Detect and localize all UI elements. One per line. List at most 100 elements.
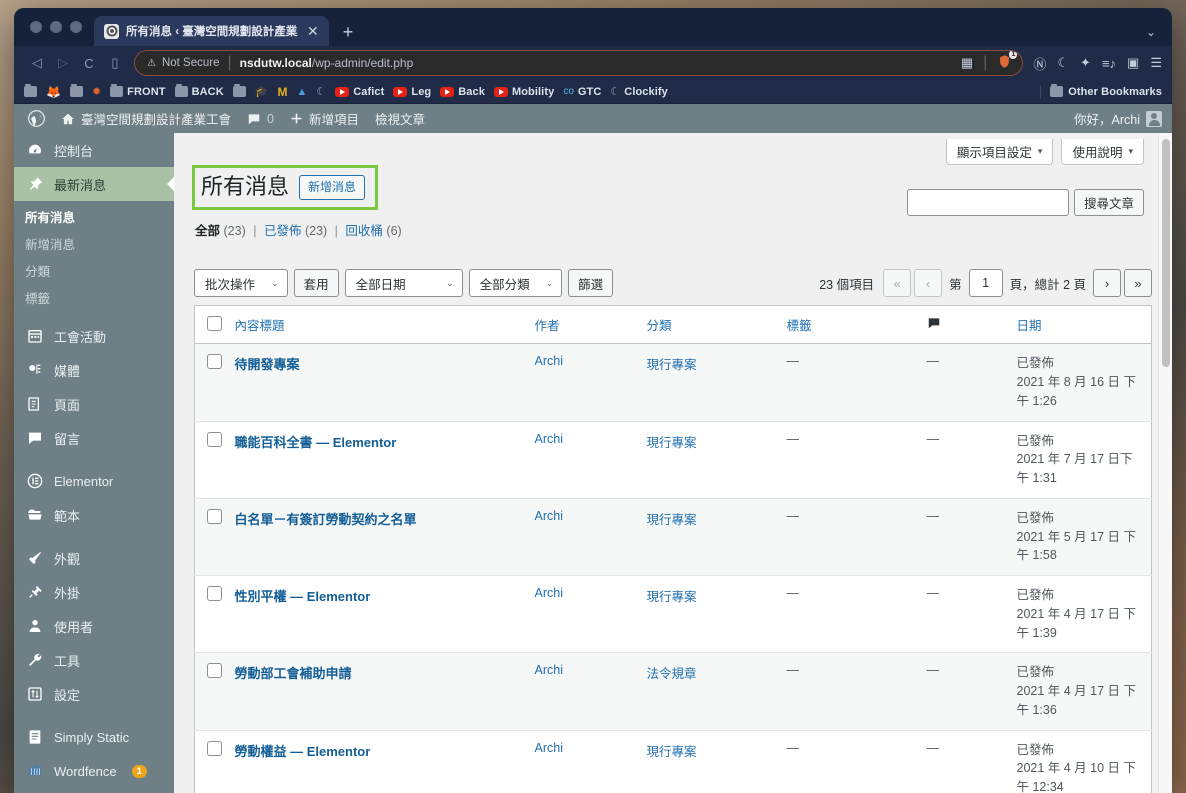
sidebar-item-union-events[interactable]: 工會活動 (14, 319, 174, 353)
filter-published[interactable]: 已發佈 (264, 224, 302, 238)
table-row[interactable]: 職能百科全書 — Elementor Archi 現行專案 — — 已發佈 202… (194, 420, 1152, 499)
bookmark-item-leg[interactable]: Leg (393, 86, 431, 98)
qr-code-icon[interactable]: ▦ (961, 55, 973, 71)
new-tab-button[interactable]: + (343, 23, 354, 41)
sidebar-item-new-post[interactable]: 新增消息 (14, 230, 174, 257)
bookmark-icon[interactable]: ▯ (102, 55, 128, 71)
next-page-button[interactable]: › (1093, 269, 1121, 298)
cell-title[interactable]: 待開發專案 (224, 343, 525, 422)
other-bookmarks-folder[interactable]: Other Bookmarks (1040, 84, 1162, 99)
sidebar-item-templates[interactable]: 範本 (14, 498, 174, 532)
bookmark-item-graduation-icon[interactable]: 🎓 (255, 85, 269, 98)
brave-shields-icon[interactable]: 1 (997, 51, 1018, 72)
help-button[interactable]: 使用說明 ▾ (1061, 139, 1144, 165)
brave-shields-icon[interactable]: ☾ (1057, 55, 1069, 71)
select-all-checkbox[interactable] (207, 315, 222, 331)
bulk-actions-select[interactable]: 批次操作 ⌄ (194, 269, 288, 298)
bookmark-item-cafict[interactable]: Cafict (335, 86, 384, 98)
post-author-link[interactable]: Archi (535, 586, 563, 600)
bookmark-item-firefox-icon[interactable]: 🦊 (46, 85, 61, 99)
search-submit-button[interactable]: 搜尋文章 (1073, 189, 1144, 216)
howdy-label[interactable]: 你好，Archi (1074, 109, 1140, 128)
cell-title[interactable]: 勞動權益 — Elementor (224, 729, 525, 793)
screen-options-button[interactable]: 顯示項目設定 ▾ (945, 139, 1054, 165)
new-content-menu[interactable]: 新增項目 (282, 104, 367, 133)
table-row[interactable]: 勞動權益 — Elementor Archi 現行專案 — — 已發佈 2021 … (194, 729, 1152, 793)
filter-all[interactable]: 全部 (195, 224, 220, 238)
sidebar-item-simply-static[interactable]: Simply Static (14, 720, 174, 754)
post-category-link[interactable]: 現行專案 (647, 745, 697, 759)
view-posts-link[interactable]: 檢視文章 (367, 104, 433, 133)
sidebar-item-media[interactable]: 媒體 (14, 353, 174, 387)
scrollbar-thumb[interactable] (1162, 139, 1170, 367)
wallet-icon[interactable]: ▣ (1127, 55, 1139, 71)
bookmark-item-back[interactable]: Back (440, 86, 485, 98)
maximize-window-button[interactable] (70, 21, 82, 33)
sidebar-item-plugins[interactable]: 外掛 (14, 575, 174, 609)
sidebar-item-posts[interactable]: 最新消息 (14, 167, 174, 201)
sidebar-item-comments[interactable]: 留言 (14, 421, 174, 455)
bookmark-folder-icon[interactable] (24, 84, 37, 97)
sidebar-item-categories[interactable]: 分類 (14, 257, 174, 284)
avatar[interactable] (1146, 110, 1162, 127)
column-header-title[interactable]: 內容標題 (224, 305, 525, 345)
post-category-link[interactable]: 現行專案 (647, 358, 697, 372)
bookmark-folder-front[interactable]: FRONT (110, 84, 165, 98)
sidebar-item-elementor[interactable]: Elementor (14, 464, 174, 498)
row-checkbox[interactable] (207, 508, 222, 524)
post-title-link[interactable]: 勞動權益 (235, 744, 287, 759)
sidebar-item-users[interactable]: 使用者 (14, 609, 174, 643)
post-author-link[interactable]: Archi (535, 663, 563, 677)
category-filter-select[interactable]: 全部分類 ⌄ (468, 269, 563, 298)
browser-tab[interactable]: 所有消息 ‹ 臺灣空間規劃設計產業工 ✕ (94, 16, 329, 46)
post-category-link[interactable]: 現行專案 (647, 513, 697, 527)
bookmark-item-clockify[interactable]: ☾ Clockify (610, 85, 667, 99)
post-author-link[interactable]: Archi (535, 354, 563, 368)
select-all-header[interactable] (194, 305, 225, 345)
bookmark-item-clock-icon[interactable]: ☾ (316, 85, 326, 98)
window-traffic-lights[interactable] (28, 8, 94, 46)
close-tab-icon[interactable]: ✕ (305, 24, 321, 38)
date-filter-select[interactable]: 全部日期 ⌄ (344, 269, 463, 298)
cell-title[interactable]: 勞動部工會補助申請 (224, 652, 525, 731)
bookmark-item-star-icon[interactable]: ✹ (92, 85, 101, 98)
post-category-link[interactable]: 法令規章 (647, 667, 697, 681)
column-header-comments[interactable] (916, 305, 1007, 345)
sidebar-item-tools[interactable]: 工具 (14, 643, 174, 677)
site-name-menu[interactable]: 臺灣空間規劃設計產業工會 (53, 104, 239, 133)
sidebar-item-appearance[interactable]: 外觀 (14, 541, 174, 575)
post-author-link[interactable]: Archi (535, 432, 563, 446)
row-checkbox[interactable] (207, 354, 222, 370)
row-checkbox[interactable] (207, 586, 222, 602)
prev-page-button[interactable]: ‹ (914, 269, 943, 298)
post-category-link[interactable]: 現行專案 (647, 436, 697, 450)
bookmark-folder-icon[interactable] (69, 84, 83, 97)
bookmark-item-drive-icon[interactable]: ▲ (296, 86, 307, 98)
puzzle-extensions-icon[interactable]: ✦ (1080, 55, 1091, 71)
table-row[interactable]: 待開發專案 Archi 現行專案 — — 已發佈 2021 年 8 月 16 日 … (194, 343, 1152, 422)
post-category-link[interactable]: 現行專案 (647, 590, 697, 604)
bookmark-item-mobility[interactable]: Mobility (493, 86, 554, 98)
bookmark-folder-icon[interactable] (232, 84, 246, 97)
comments-bubble[interactable]: 0 (239, 104, 282, 133)
cell-title[interactable]: 職能百科全書 — Elementor (224, 420, 525, 499)
post-title-link[interactable]: 勞動部工會補助申請 (235, 666, 352, 681)
table-row[interactable]: 性別平權 — Elementor Archi 現行專案 — — 已發佈 2021 … (194, 575, 1152, 653)
sidebar-item-wordfence[interactable]: Wordfence 1 (14, 754, 174, 788)
post-title-link[interactable]: 職能百科全書 (235, 435, 313, 450)
sidebar-item-all-posts[interactable]: 所有消息 (14, 203, 174, 230)
filter-button[interactable]: 篩選 (568, 269, 614, 298)
post-title-link[interactable]: 待開發專案 (235, 357, 300, 372)
page-scrollbar[interactable] (1158, 133, 1172, 793)
sidebar-item-dashboard[interactable]: 控制台 (14, 133, 174, 167)
bookmark-folder-back[interactable]: BACK (174, 84, 224, 98)
browser-menu-icon[interactable]: ☰ (1150, 55, 1162, 71)
add-new-post-button[interactable]: 新增消息 (299, 174, 366, 200)
last-page-button[interactable]: » (1124, 269, 1152, 298)
sidebar-item-pages[interactable]: 頁面 (14, 387, 174, 421)
post-author-link[interactable]: Archi (535, 509, 563, 523)
close-window-button[interactable] (30, 21, 42, 33)
cell-title[interactable]: 性別平權 — Elementor (224, 575, 525, 653)
sidebar-item-settings[interactable]: 設定 (14, 677, 174, 711)
table-row[interactable]: 白名單－有簽訂勞動契約之名單 Archi 現行專案 — — 已發佈 2021 年 … (194, 497, 1152, 576)
